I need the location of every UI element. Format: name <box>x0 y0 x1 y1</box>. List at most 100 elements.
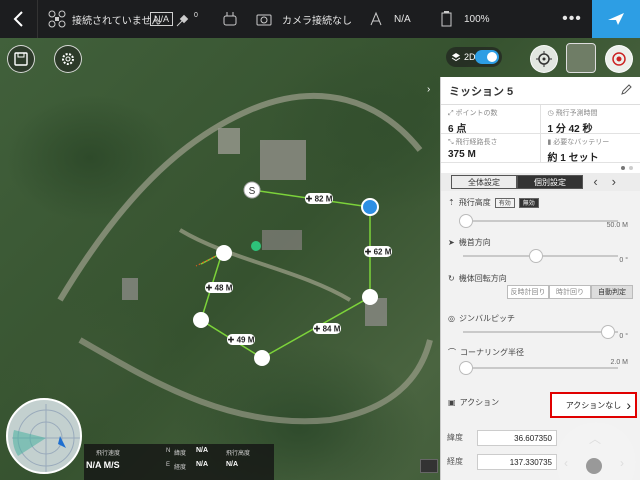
slider-knob[interactable] <box>459 214 473 228</box>
edit-icon[interactable] <box>620 84 632 96</box>
satellite-status[interactable]: 0 <box>176 0 198 38</box>
waypoint[interactable] <box>254 350 270 366</box>
status-bar: 接続されていません N/A 0 カメラ接続なし N/A 100% ••• <box>0 0 640 38</box>
rotation-icon: ↻ <box>448 274 455 283</box>
collapse-panel-button[interactable]: › <box>427 84 439 100</box>
more-dots-icon: ••• <box>562 10 582 27</box>
waypoint-selected[interactable] <box>361 198 379 216</box>
path-icon: ⤡ <box>448 139 456 146</box>
telemetry-bar: 飛行速度 N/A M/S N 緯度 E 経度 N/A N/A 飛行高度 N/A <box>84 444 274 480</box>
svg-text:S: S <box>249 186 256 197</box>
camera-view-button[interactable] <box>420 459 438 473</box>
chevron-left-icon[interactable]: ‹ <box>564 456 568 470</box>
action-select-button[interactable]: アクションなし › <box>550 392 637 418</box>
clock-icon: ◷ <box>547 110 556 117</box>
chevron-right-icon[interactable]: › <box>612 174 630 189</box>
chevron-left-icon[interactable]: ‹ <box>593 174 611 189</box>
waypoint-nav[interactable]: ‹› <box>593 174 630 189</box>
altitude-value: 50.0 M <box>606 222 628 229</box>
cornering-row: ⌒ コーナリング半径 2.0 M <box>441 345 640 387</box>
back-button[interactable] <box>0 0 38 38</box>
hspeed-label: 飛行速度 <box>96 451 121 457</box>
vspeed-value: N/A <box>226 461 239 468</box>
gimbal-value: 0 ° <box>619 333 628 340</box>
camera-status[interactable]: カメラ接続なし <box>256 0 352 38</box>
stat-label: 飛行予測時間 <box>555 110 598 117</box>
chevron-right-icon: › <box>427 84 431 95</box>
slider-knob[interactable] <box>529 249 543 263</box>
stat-label: 必要なバッテリー <box>553 139 610 146</box>
action-row: ▣ アクション <box>441 397 541 408</box>
altitude-slider[interactable] <box>459 214 618 228</box>
fly-button[interactable] <box>592 0 640 38</box>
nudge-center-button[interactable] <box>586 458 602 474</box>
rotation-cw-option[interactable]: 時計回り <box>549 285 591 299</box>
layers-icon <box>451 53 461 62</box>
remote-controller-status[interactable] <box>222 0 238 38</box>
waypoint[interactable] <box>216 245 232 261</box>
building <box>260 140 306 180</box>
altitude-disable-button[interactable]: 無効 <box>518 197 539 208</box>
hspeed-value: N/A M/S <box>86 460 120 470</box>
chevron-right-icon[interactable]: › <box>620 456 624 470</box>
distance-label: ✚ 48 M <box>205 282 233 293</box>
rotation-ccw-option[interactable]: 反時計回り <box>507 285 549 299</box>
chevron-up-icon[interactable]: ︿ <box>589 430 601 447</box>
altitude-enable-button[interactable]: 有効 <box>494 197 515 208</box>
satellite-count: 0 <box>194 11 198 19</box>
mission-stats: ⤢ ポイントの数 6 点 ◷ 飛行予測時間 1 分 42 秒 ⤡ 飛行経路長さ … <box>441 105 640 164</box>
latitude-row: 緯度 36.607350 <box>441 427 559 448</box>
mission-title-bar: ミッション 5 <box>441 77 640 105</box>
connection-status[interactable]: 接続されていません <box>48 0 161 38</box>
map-thumbnail-button[interactable] <box>566 43 596 73</box>
latitude-input[interactable]: 36.607350 <box>477 429 557 446</box>
cornering-icon: ⌒ <box>448 348 456 357</box>
stat-path-length: ⤡ 飛行経路長さ 375 M <box>441 134 541 163</box>
mission-settings-button[interactable] <box>54 45 82 73</box>
cornering-slider[interactable] <box>459 361 618 375</box>
cornering-value: 2.0 M <box>610 359 628 366</box>
stat-flight-time: ◷ 飛行予測時間 1 分 42 秒 <box>540 105 640 135</box>
crosshair-icon <box>536 51 552 67</box>
save-icon <box>14 52 28 66</box>
gimbal-row: ◎ ジンバルピッチ 0 ° <box>441 307 640 345</box>
distance-label: ✚ 62 M <box>364 246 392 257</box>
waypoint-count-icon: ⤢ <box>448 110 456 117</box>
waypoint[interactable] <box>362 289 378 305</box>
altitude-label: 飛行高度 <box>458 198 491 207</box>
attitude-radar[interactable] <box>6 398 82 474</box>
stat-waypoints: ⤢ ポイントの数 6 点 <box>441 105 541 135</box>
save-mission-button[interactable] <box>7 45 35 73</box>
drone-battery[interactable]: N/A <box>368 0 411 38</box>
slider-knob[interactable] <box>601 325 615 339</box>
satellite-icon <box>176 14 189 27</box>
device-battery[interactable]: 100% <box>440 0 490 38</box>
map-mode-toggle[interactable]: 2D <box>446 47 502 67</box>
north-label: N <box>166 448 171 454</box>
gimbal-slider[interactable] <box>463 325 618 339</box>
mission-title: ミッション 5 <box>449 85 514 98</box>
remote-controller-icon <box>223 12 237 26</box>
waypoint[interactable] <box>193 312 209 328</box>
more-button[interactable]: ••• <box>552 0 592 38</box>
heading-value: 0 ° <box>619 257 628 264</box>
camera-icon <box>256 14 272 26</box>
stat-battery: ▮ 必要なバッテリー 約 1 セット <box>540 134 640 164</box>
slider-knob[interactable] <box>459 361 473 375</box>
heading-slider[interactable] <box>463 249 618 263</box>
compass-button[interactable] <box>605 45 633 73</box>
rotation-auto-option[interactable]: 自動判定 <box>591 285 633 299</box>
cornering-label: コーナリング半径 <box>460 348 524 357</box>
heading-icon: ➤ <box>448 238 455 247</box>
tab-individual-settings[interactable]: 個別設定 <box>517 175 583 189</box>
page-indicator <box>441 163 640 173</box>
gimbal-label: ジンバルピッチ <box>458 314 515 323</box>
action-icon: ▣ <box>448 398 456 407</box>
waypoint-start[interactable]: S <box>243 181 261 199</box>
map-mode-label: 2D <box>464 52 476 62</box>
longitude-input[interactable]: 137.330735 <box>477 453 557 470</box>
altitude-row: ⇡ 飛行高度 有効 無効 50.0 M <box>441 191 640 231</box>
locate-button[interactable] <box>530 45 558 73</box>
mode-switch[interactable] <box>475 50 499 64</box>
tab-global-settings[interactable]: 全体設定 <box>451 175 517 189</box>
